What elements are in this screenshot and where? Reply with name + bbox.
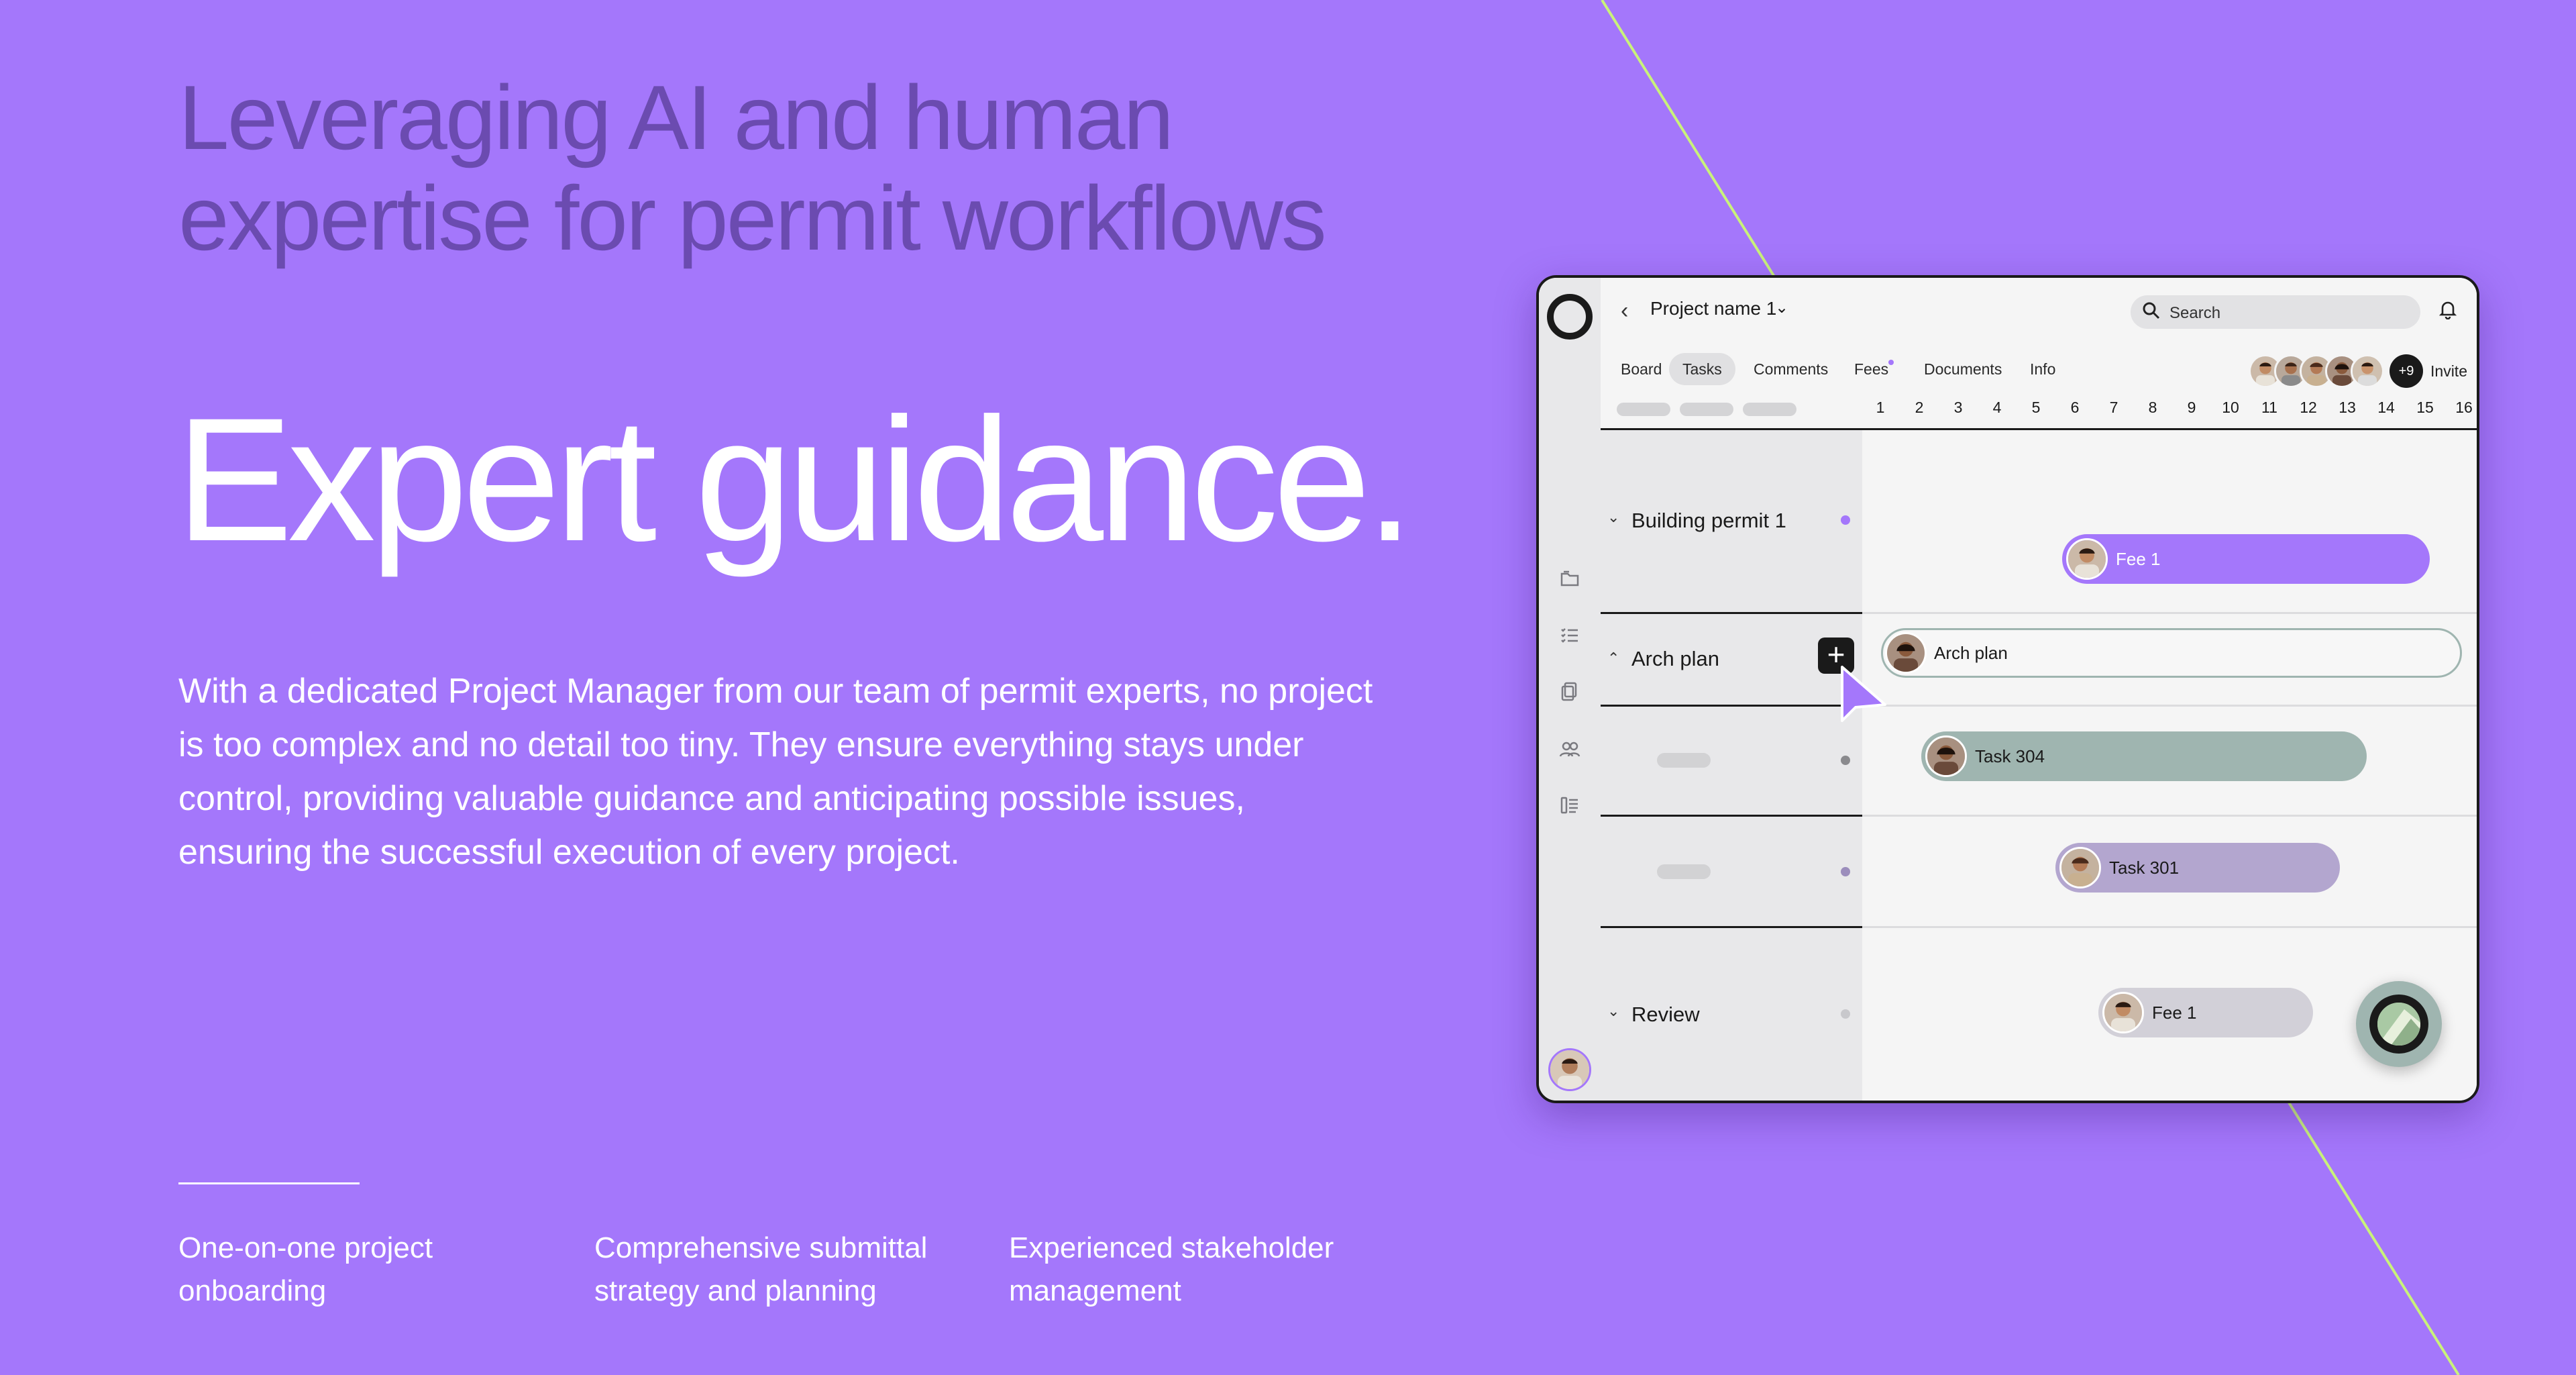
feature-submittal-strategy: Comprehensive submittal strategy and pla…: [594, 1231, 928, 1307]
assistant-icon: [2369, 995, 2428, 1054]
people-icon[interactable]: [1559, 738, 1580, 760]
timeline-column: 8: [2148, 399, 2157, 416]
app-window: ‹ Project name 1 ⌄ Search Board Tasks Co…: [1536, 275, 2479, 1103]
headline-line-1: Leveraging AI and human: [178, 66, 1174, 168]
headline-line-2: expertise for permit workflows: [178, 167, 1327, 269]
app-logo[interactable]: [1547, 294, 1593, 340]
gantt-bar-label: Task 301: [2109, 858, 2180, 878]
gantt-bar-task-301[interactable]: Task 301: [2055, 843, 2340, 893]
folder-icon[interactable]: [1559, 568, 1580, 589]
tab-board[interactable]: Board: [1607, 353, 1675, 385]
group-building-permit[interactable]: Building permit 1: [1631, 509, 1786, 533]
gantt-bar-label: Fee 1: [2116, 549, 2161, 569]
feature-divider: [178, 1182, 360, 1184]
tab-documents[interactable]: Documents: [1911, 353, 2015, 385]
timeline-column: 11: [2261, 399, 2277, 416]
group-arch-plan[interactable]: Arch plan: [1631, 647, 1719, 671]
timeline-column: 13: [2339, 399, 2356, 416]
side-rail: [1539, 278, 1601, 1101]
gantt-bar-label: Arch plan: [1934, 643, 2008, 663]
chevron-down-icon[interactable]: ⌄: [1607, 1003, 1619, 1020]
timeline-column: 1: [1876, 399, 1885, 416]
project-tabs: Board Tasks Comments Fees Documents Info…: [1601, 348, 2477, 388]
back-chevron-icon[interactable]: ‹: [1621, 298, 1628, 324]
assignee-avatar: [1925, 735, 1967, 777]
timeline-column: 6: [2070, 399, 2080, 416]
placeholder-pill: [1743, 403, 1796, 416]
fees-notification-dot: [1888, 360, 1894, 365]
app-topbar: ‹ Project name 1 ⌄ Search: [1601, 278, 2477, 345]
member-avatar: [2351, 354, 2384, 388]
row-divider: [1601, 428, 2477, 430]
tab-tasks[interactable]: Tasks: [1669, 353, 1735, 385]
search-placeholder: Search: [2169, 304, 2221, 322]
placeholder-pill: [1657, 864, 1711, 879]
status-dot: [1841, 867, 1850, 876]
checklist-icon[interactable]: [1559, 624, 1580, 646]
hero-title: Expert guidance.: [176, 381, 1414, 578]
timeline-column: 7: [2109, 399, 2118, 416]
status-dot: [1841, 1009, 1850, 1019]
timeline-column: 14: [2377, 399, 2395, 416]
timeline-column: 15: [2416, 399, 2434, 416]
gantt-bar-task-304[interactable]: Task 304: [1921, 731, 2367, 781]
row-divider: [1601, 815, 1862, 817]
timeline-column: 2: [1915, 399, 1924, 416]
gantt-bar-fee[interactable]: Fee 1: [2062, 534, 2430, 584]
status-dot: [1841, 515, 1850, 525]
documents-icon[interactable]: [1559, 680, 1580, 702]
search-input[interactable]: Search: [2131, 295, 2420, 329]
tab-comments[interactable]: Comments: [1740, 353, 1841, 385]
placeholder-pill: [1680, 403, 1733, 416]
assignee-avatar: [2066, 538, 2108, 580]
cursor-arrow-icon: [1841, 666, 1886, 722]
gantt-bar-label: Task 304: [1975, 746, 2045, 766]
placeholder-pill: [1617, 403, 1670, 416]
member-avatars[interactable]: +9: [2249, 354, 2423, 388]
list-panel-icon[interactable]: [1559, 795, 1580, 816]
chevron-down-icon[interactable]: ⌄: [1607, 509, 1619, 526]
timeline-column: 4: [1992, 399, 2002, 416]
row-divider: [1601, 705, 1862, 707]
assistant-fab-button[interactable]: [2356, 981, 2442, 1067]
row-divider: [1601, 926, 1862, 928]
chevron-up-icon[interactable]: ⌃: [1607, 650, 1619, 667]
status-dot: [1841, 756, 1850, 765]
gantt-bar-review-fee[interactable]: Fee 1: [2098, 988, 2313, 1037]
timeline-column: 10: [2222, 399, 2239, 416]
timeline-column: 3: [1953, 399, 1963, 416]
row-divider: [1862, 815, 2477, 817]
gantt-bar-label: Fee 1: [2152, 1003, 2197, 1023]
timeline-column: 16: [2455, 399, 2473, 416]
search-icon: [2141, 301, 2161, 326]
assignee-avatar: [2059, 847, 2101, 888]
tab-fees[interactable]: Fees: [1841, 353, 1907, 385]
invite-button[interactable]: Invite: [2430, 362, 2467, 380]
group-review[interactable]: Review: [1631, 1003, 1700, 1027]
timeline-column: 5: [2031, 399, 2041, 416]
row-divider: [1862, 926, 2477, 928]
assignee-avatar: [2102, 992, 2144, 1033]
feature-onboarding: One-on-one project onboarding: [178, 1231, 433, 1307]
headline: Leveraging AI and human expertise for pe…: [178, 67, 1453, 268]
gantt-bar-arch-plan[interactable]: Arch plan: [1881, 628, 2462, 678]
user-avatar[interactable]: [1548, 1048, 1591, 1091]
tab-info[interactable]: Info: [2017, 353, 2069, 385]
description-paragraph: With a dedicated Project Manager from ou…: [178, 672, 1373, 872]
row-divider: [1862, 612, 2477, 614]
placeholder-pill: [1657, 753, 1711, 768]
chevron-down-icon[interactable]: ⌄: [1775, 298, 1788, 317]
row-divider: [1862, 705, 2477, 707]
bell-icon[interactable]: [2438, 299, 2458, 325]
timeline-column: 12: [2300, 399, 2317, 416]
more-members-badge[interactable]: +9: [2390, 354, 2423, 388]
timeline-header: 1 2 3 4 5 6 7 8 9 10 11 12 13 14 15 16: [1601, 392, 2477, 425]
tab-fees-label: Fees: [1854, 360, 1889, 378]
row-divider: [1601, 612, 1862, 614]
feature-stakeholder-management: Experienced stakeholder management: [1009, 1231, 1334, 1307]
timeline-column: 9: [2187, 399, 2196, 416]
project-name-selector[interactable]: Project name 1: [1650, 298, 1776, 319]
